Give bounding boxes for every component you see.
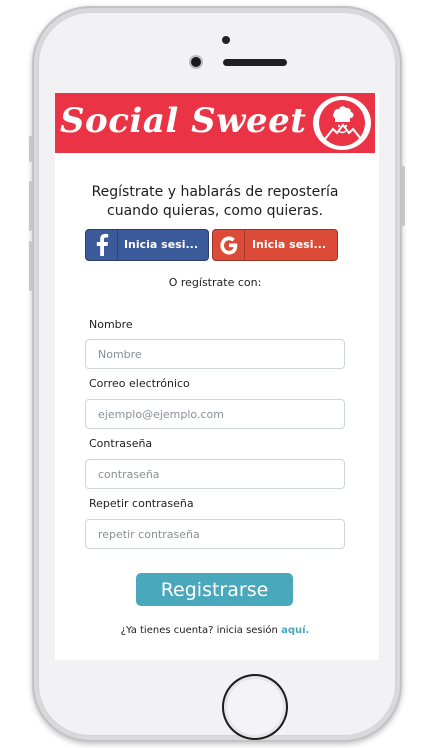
headline-line-1: Regístrate y hablarás de repostería	[91, 184, 339, 200]
facebook-icon	[86, 230, 118, 260]
google-login-label: Inicia sesi...	[251, 238, 327, 251]
brand-title: Social Sweet	[60, 101, 307, 141]
power-button	[402, 166, 405, 226]
or-register-text: O regístrate con:	[168, 276, 262, 289]
chef-cupcake-logo-icon	[313, 96, 371, 150]
google-icon	[213, 230, 245, 260]
register-button[interactable]: Registrarse	[136, 573, 293, 606]
name-input[interactable]	[85, 339, 345, 369]
login-link[interactable]: aquí.	[281, 625, 309, 636]
repeat-password-label: Repetir contraseña	[89, 497, 194, 510]
email-label: Correo electrónico	[89, 377, 190, 390]
name-label: Nombre	[89, 318, 133, 331]
top-camera-dot	[222, 36, 230, 44]
email-input[interactable]	[85, 399, 345, 429]
earpiece-speaker	[223, 59, 287, 66]
facebook-login-button[interactable]: Inicia sesi...	[85, 229, 209, 261]
headline: Regístrate y hablarás de repostería cuan…	[55, 183, 375, 221]
login-prompt: ¿Ya tienes cuenta? inicia sesión aquí.	[55, 625, 375, 636]
google-login-button[interactable]: Inicia sesi...	[212, 229, 338, 261]
facebook-login-label: Inicia sesi...	[123, 238, 199, 251]
home-button[interactable]	[222, 674, 288, 740]
headline-line-2: cuando quieras, como quieras.	[107, 203, 323, 219]
repeat-password-input[interactable]	[85, 519, 345, 549]
password-label: Contraseña	[89, 437, 153, 450]
login-prompt-text: ¿Ya tienes cuenta? inicia sesión	[120, 625, 278, 636]
app-screen: Social Sweet Regístrate y hablarás de re…	[55, 93, 379, 660]
brand-header: Social Sweet	[55, 93, 375, 153]
volume-up-button	[29, 181, 32, 231]
volume-down-button	[29, 241, 32, 291]
front-camera	[191, 57, 201, 67]
mute-switch	[29, 136, 32, 162]
password-input[interactable]	[85, 459, 345, 489]
